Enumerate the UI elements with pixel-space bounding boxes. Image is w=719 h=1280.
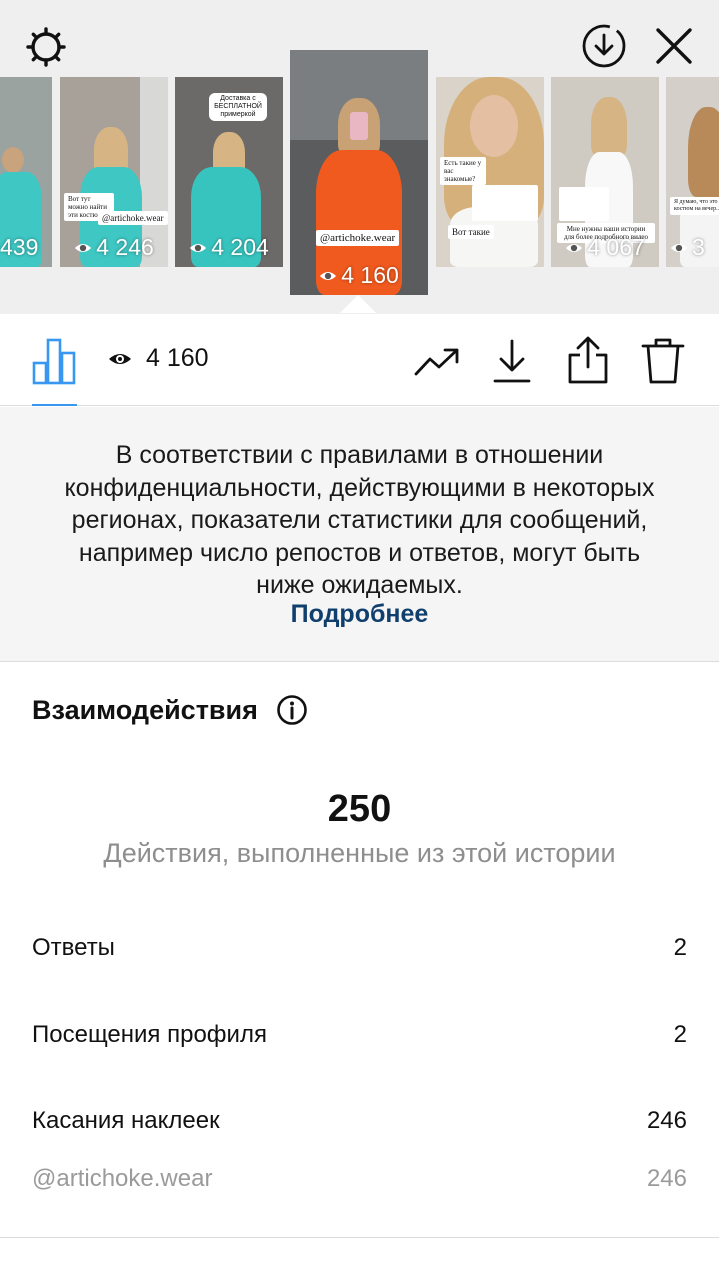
- views-summary: 4 160: [108, 344, 209, 373]
- stat-row-profile-visits: Посещения профиля 2: [32, 1021, 687, 1049]
- eye-icon: [320, 271, 337, 280]
- stories-strip: 439 Вот тут можно найти эти костюмы @art…: [0, 0, 719, 314]
- story-toolbar: 4 160: [0, 314, 719, 406]
- story-thumbnail[interactable]: 439: [0, 77, 52, 267]
- tab-insights[interactable]: [30, 336, 78, 386]
- download-button[interactable]: [490, 336, 534, 386]
- eye-icon: [75, 243, 92, 252]
- story-sticker: [559, 187, 609, 221]
- stat-label: @artichoke.wear: [32, 1165, 213, 1192]
- gear-icon: [26, 27, 66, 67]
- interactions-title: Взаимодействия: [32, 694, 258, 725]
- story-sticker: Вот такие: [448, 225, 494, 239]
- story-sticker: [472, 185, 538, 221]
- close-icon: [656, 28, 692, 64]
- share-icon: [568, 336, 608, 384]
- section-divider: [0, 1237, 719, 1238]
- eye-icon: [670, 243, 688, 252]
- eye-icon: [190, 243, 207, 252]
- story-view-count: 4 067: [551, 234, 659, 261]
- story-mention: @artichoke.wear: [98, 211, 168, 225]
- story-thumbnail[interactable]: Есть такие у вас знакомые? Вот такие: [436, 77, 544, 267]
- interactions-caption: Действия, выполненные из этой истории: [103, 838, 616, 868]
- story-view-count: 3: [670, 234, 719, 261]
- stat-value: 2: [673, 934, 687, 961]
- settings-button[interactable]: [22, 24, 70, 70]
- story-view-count: 4 204: [175, 234, 283, 261]
- story-mention: @artichoke.wear: [316, 230, 400, 246]
- stat-row-mention: @artichoke.wear 246: [32, 1165, 687, 1193]
- story-view-count: 4 160: [290, 262, 428, 289]
- story-figure: [470, 95, 518, 157]
- bar-chart-icon: [32, 338, 76, 385]
- download-circle-icon: [582, 24, 626, 68]
- interactions-total: 250: [327, 788, 392, 830]
- story-view-count: 439: [0, 234, 39, 260]
- story-sticker: Я думаю, что это костюм на вечер...: [670, 197, 719, 215]
- stat-value: 246: [646, 1107, 687, 1134]
- privacy-notice: В соответствии с правилами в отношении к…: [0, 407, 719, 662]
- trending-icon: [414, 348, 459, 376]
- save-story-button[interactable]: [579, 22, 629, 70]
- story-thumbnail[interactable]: Доставка с БЕСПЛАТНОЙ примеркой 4 204: [175, 77, 283, 267]
- trending-button[interactable]: [412, 342, 462, 382]
- stat-label: Посещения профиля: [32, 1021, 267, 1048]
- story-figure: [591, 97, 627, 157]
- interactions-header: Взаимодействия: [32, 694, 308, 726]
- active-tab-indicator: [32, 404, 77, 406]
- privacy-notice-text: В соответствии с правилами в отношении к…: [64, 441, 655, 599]
- selected-story-pointer: [340, 295, 376, 313]
- eye-icon: [566, 243, 583, 252]
- views-count: 4 160: [146, 344, 209, 372]
- trash-icon: [641, 338, 685, 384]
- download-icon: [493, 339, 531, 383]
- stat-row-replies: Ответы 2: [32, 934, 687, 962]
- story-sticker: Доставка с БЕСПЛАТНОЙ примеркой: [209, 93, 267, 121]
- learn-more-link[interactable]: Подробнее: [0, 600, 719, 629]
- stat-value: 246: [646, 1165, 687, 1192]
- stat-row-sticker-taps: Касания наклеек 246: [32, 1107, 687, 1135]
- stat-label: Касания наклеек: [32, 1107, 220, 1134]
- story-thumbnail[interactable]: Вот тут можно найти эти костюмы @articho…: [60, 77, 168, 267]
- story-view-count: 4 246: [60, 234, 168, 261]
- story-thumbnail[interactable]: Я думаю, что это костюм на вечер... 3: [666, 77, 719, 267]
- share-button[interactable]: [565, 334, 611, 386]
- story-thumbnail[interactable]: Мне нужны ваши истории для более подробн…: [551, 77, 659, 267]
- eye-icon: [109, 353, 131, 364]
- story-figure: [688, 107, 719, 197]
- story-figure: [2, 147, 24, 173]
- story-thumbnail-selected[interactable]: @artichoke.wear 4 160: [290, 50, 428, 295]
- stat-label: Ответы: [32, 934, 115, 961]
- delete-button[interactable]: [640, 336, 686, 386]
- stat-value: 2: [673, 1021, 687, 1048]
- info-icon[interactable]: [276, 694, 308, 726]
- story-sticker: Есть такие у вас знакомые?: [440, 157, 486, 185]
- close-button[interactable]: [652, 24, 696, 68]
